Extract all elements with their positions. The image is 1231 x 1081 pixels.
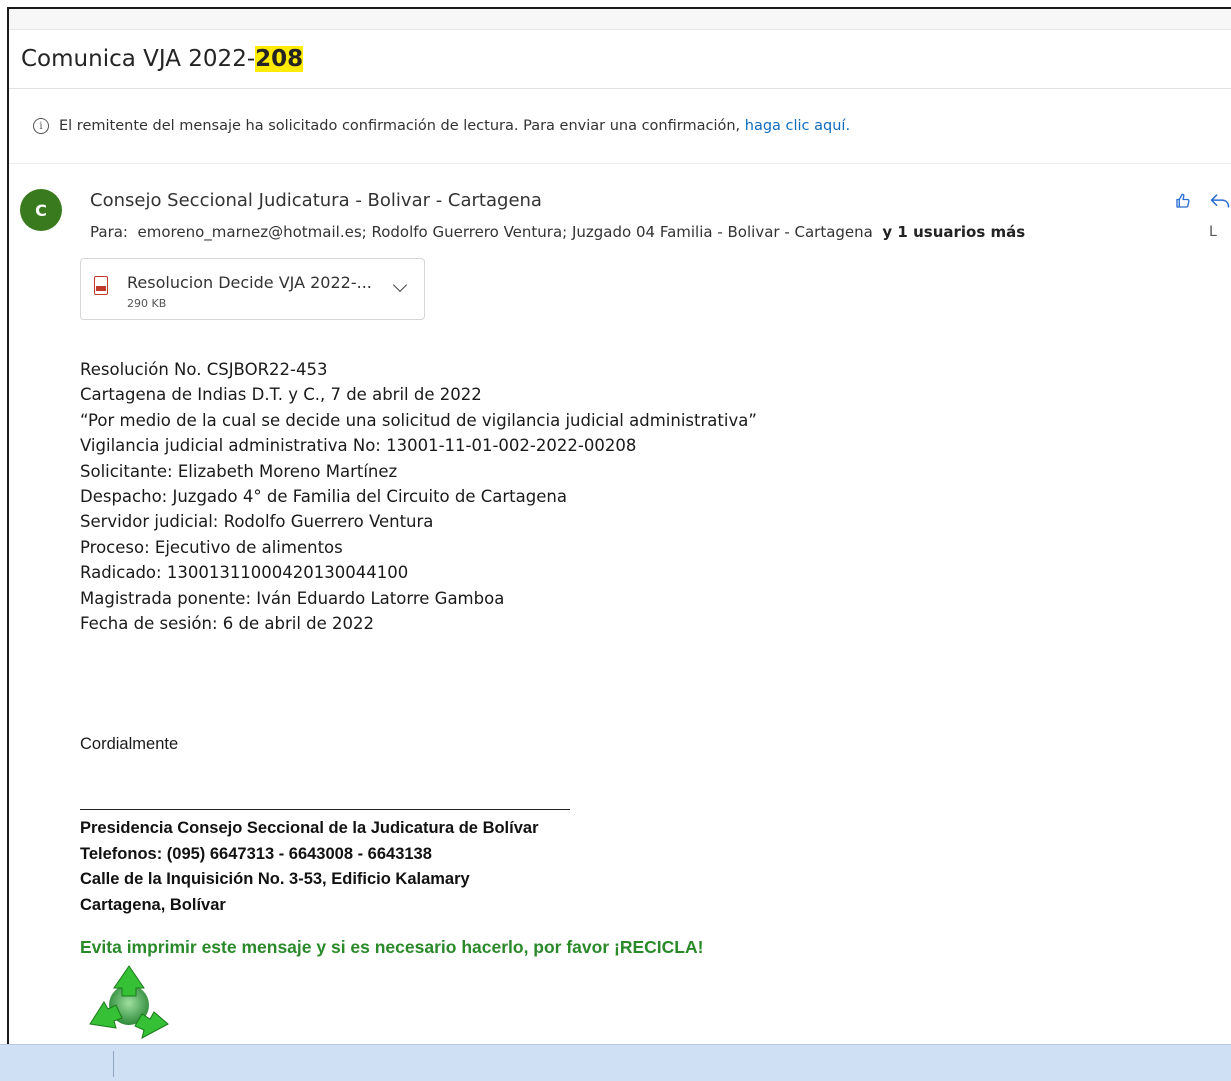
signature-line: Presidencia Consejo Seccional de la Judi… — [80, 819, 539, 837]
body-line: Proceso: Ejecutivo de alimentos — [80, 537, 343, 557]
signature-line: Calle de la Inquisición No. 3-53, Edific… — [80, 870, 470, 889]
edge-text: L — [1209, 224, 1217, 240]
subject-highlight: 208 — [255, 46, 304, 72]
avatar[interactable]: C — [20, 189, 62, 231]
body-line: Servidor judicial: Rodolfo Guerrero Vent… — [80, 512, 434, 532]
chevron-down-icon[interactable] — [392, 277, 408, 293]
signature-line: Telefonos: (095) 6647313 - 6643008 - 664… — [80, 844, 432, 863]
body-line: Magistrada ponente: Iván Eduardo Latorre… — [80, 588, 505, 608]
body-line: Resolución No. CSJBOR22-453 — [80, 360, 328, 379]
recycle-notice: Evita imprimir este mensaje y si es nece… — [80, 937, 704, 957]
body-line: Vigilancia judicial administrativa No: 1… — [80, 436, 637, 456]
signature-block: Presidencia Consejo Seccional de la Judi… — [80, 792, 570, 918]
recipients-list[interactable]: emoreno_marnez@hotmail.es; Rodolfo Guerr… — [138, 223, 873, 241]
email-subject: Comunica VJA 2022-208 — [21, 46, 304, 72]
body-line: Radicado: 13001311000420130044100 — [80, 563, 409, 583]
like-icon[interactable] — [1174, 192, 1192, 215]
reply-icon[interactable] — [1209, 192, 1231, 215]
message-body: Resolución No. CSJBOR22-453 Cartagena de… — [80, 357, 757, 636]
info-icon: i — [33, 118, 49, 134]
message-header: C Consejo Seccional Judicatura - Bolivar… — [9, 164, 1231, 264]
pdf-icon — [94, 276, 108, 295]
send-receipt-link[interactable]: haga clic aquí. — [745, 118, 850, 134]
signature-divider — [80, 792, 570, 810]
body-line: Despacho: Juzgado 4° de Familia del Circ… — [80, 487, 567, 507]
read-receipt-notice: i El remitente del mensaje ha solicitado… — [9, 89, 1231, 164]
more-recipients-button[interactable]: y 1 usuarios más — [882, 223, 1025, 241]
bottom-toolbar — [0, 1044, 1231, 1081]
subject-bar: Comunica VJA 2022-208 — [9, 30, 1231, 89]
signature-line: Cartagena, Bolívar — [80, 895, 226, 914]
to-label: Para: — [90, 223, 128, 241]
attachment-card[interactable]: Resolucion Decide VJA 2022-... 290 KB — [80, 258, 425, 320]
notice-text: El remitente del mensaje ha solicitado c… — [59, 118, 741, 134]
body-line: “Por medio de la cual se decide una soli… — [80, 410, 757, 430]
closing-text: Cordialmente — [80, 735, 179, 753]
body-line: Fecha de sesión: 6 de abril de 2022 — [80, 614, 375, 634]
body-line: Cartagena de Indias D.T. y C., 7 de abri… — [80, 385, 482, 405]
body-line: Solicitante: Elizabeth Moreno Martínez — [80, 461, 398, 481]
attachment-size: 290 KB — [127, 297, 167, 310]
recycle-icon — [89, 965, 169, 1039]
subject-text: Comunica VJA 2022- — [21, 46, 256, 72]
sender-name[interactable]: Consejo Seccional Judicatura - Bolivar -… — [90, 190, 542, 211]
top-strip — [9, 9, 1231, 30]
recipients-line: Para: emoreno_marnez@hotmail.es; Rodolfo… — [90, 223, 1025, 241]
attachment-name: Resolucion Decide VJA 2022-... — [127, 273, 372, 292]
toolbar-separator — [113, 1051, 114, 1077]
